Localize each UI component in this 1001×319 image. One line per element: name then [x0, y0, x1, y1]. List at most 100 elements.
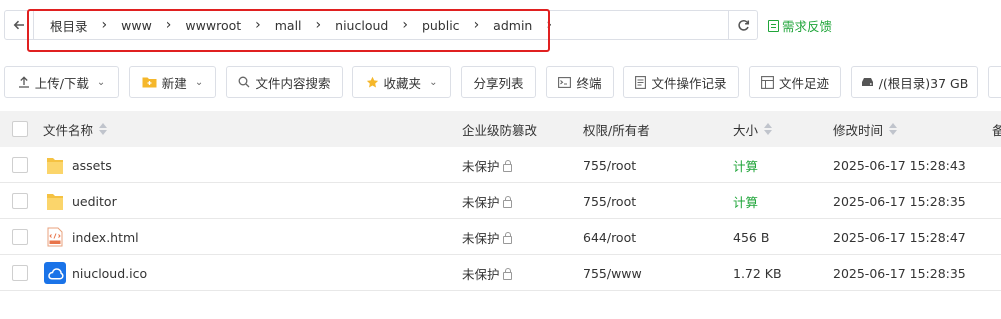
crumb-label: mall	[274, 17, 302, 33]
breadcrumb-niucloud[interactable]: niucloud ›	[329, 17, 416, 33]
breadcrumb: 根目录 › www › wwwroot › mall › niucloud › publi…	[34, 10, 730, 40]
file-name: niucloud.ico	[72, 265, 148, 281]
column-header-label: 修改时间	[833, 122, 884, 138]
search-icon	[238, 76, 250, 88]
row-checkbox[interactable]	[12, 229, 28, 245]
content-search-label: 文件内容搜索	[255, 75, 331, 91]
column-header-remark: 备	[992, 111, 1001, 147]
sort-icon	[764, 123, 773, 135]
chevron-right-icon: ›	[101, 17, 108, 33]
toolbar: 上传/下载 ⌄ 新建 ⌄ 文件内容搜索 收藏夹 ⌄ 分享列表 终端 文件操作记录…	[0, 66, 1001, 98]
crumb-label: public	[421, 17, 460, 33]
lock-icon	[502, 160, 512, 172]
size-value: 计算	[733, 158, 759, 174]
column-header-name[interactable]: 文件名称	[43, 111, 108, 147]
lock-icon	[502, 196, 512, 208]
chevron-right-icon: ›	[315, 17, 322, 33]
breadcrumb-root[interactable]: 根目录 ›	[44, 16, 115, 35]
mtime-text: 2025-06-17 15:28:47	[833, 229, 966, 245]
refresh-button[interactable]	[728, 10, 758, 40]
file-footprint-button[interactable]: 文件足迹	[749, 66, 841, 98]
file-name-link[interactable]: index.html	[72, 219, 139, 255]
breadcrumb-www[interactable]: www ›	[115, 17, 179, 33]
protect-label: 未保护	[462, 230, 500, 246]
arrow-left-icon	[13, 20, 24, 30]
file-name-link[interactable]: niucloud.ico	[72, 255, 147, 291]
terminal-button[interactable]: 终端	[546, 66, 614, 98]
permission-value: 755/root	[583, 157, 637, 173]
table-row[interactable]: niucloud.ico 未保护 755/www 1.72 KB 2025-06…	[0, 255, 1001, 291]
mtime-text: 2025-06-17 15:28:35	[833, 265, 966, 281]
new-label: 新建	[161, 75, 187, 91]
size-value: 456 B	[733, 219, 769, 255]
disk-selector-button[interactable]: /(根目录)37 GB	[851, 66, 978, 98]
column-header-mtime[interactable]: 修改时间	[833, 111, 898, 147]
column-header-label: 文件名称	[43, 122, 94, 138]
terminal-label: 终端	[576, 75, 602, 91]
breadcrumb-admin[interactable]: admin ›	[487, 17, 560, 33]
size-text: 456 B	[733, 229, 770, 245]
folder-icon	[46, 147, 64, 183]
protect-label: 未保护	[462, 266, 500, 282]
chevron-right-icon: ›	[165, 17, 172, 33]
size-calculate-link[interactable]: 计算	[733, 147, 758, 183]
disk-label: /(根目录)37 GB	[878, 75, 969, 91]
disk-icon	[861, 77, 874, 87]
select-all-checkbox[interactable]	[12, 121, 28, 137]
protect-status[interactable]: 未保护	[462, 147, 512, 183]
content-search-button[interactable]: 文件内容搜索	[226, 66, 343, 98]
crumb-label: www	[121, 17, 152, 33]
size-calculate-link[interactable]: 计算	[733, 183, 758, 219]
crumb-label: admin	[493, 17, 533, 33]
crumb-label: wwwroot	[185, 17, 242, 33]
file-name-link[interactable]: assets	[72, 147, 112, 183]
column-header-label: 企业级防篡改	[462, 122, 538, 138]
refresh-icon	[737, 19, 749, 31]
upload-download-button[interactable]: 上传/下载 ⌄	[4, 66, 119, 98]
protect-status[interactable]: 未保护	[462, 183, 512, 219]
protect-status[interactable]: 未保护	[462, 219, 512, 255]
mtime-value: 2025-06-17 15:28:43	[833, 147, 966, 183]
lock-icon	[502, 232, 512, 244]
chevron-down-icon: ⌄	[96, 76, 106, 88]
new-button[interactable]: 新建 ⌄	[129, 66, 216, 98]
file-name: index.html	[72, 229, 139, 245]
more-toolbar-button[interactable]	[988, 66, 1001, 98]
breadcrumb-public[interactable]: public ›	[416, 17, 487, 33]
size-value: 计算	[733, 194, 759, 210]
upload-download-label: 上传/下载	[34, 75, 89, 91]
chevron-down-icon: ⌄	[429, 76, 438, 88]
row-checkbox[interactable]	[12, 193, 28, 209]
mtime-value: 2025-06-17 15:28:47	[833, 219, 966, 255]
file-name: ueditor	[72, 193, 117, 209]
file-name-link[interactable]: ueditor	[72, 183, 117, 219]
share-list-button[interactable]: 分享列表	[461, 66, 536, 98]
breadcrumb-wwwroot[interactable]: wwwroot ›	[179, 17, 268, 33]
file-op-log-button[interactable]: 文件操作记录	[623, 66, 739, 98]
chevron-right-icon: ›	[255, 17, 261, 33]
sort-icon	[889, 123, 898, 135]
breadcrumb-mall[interactable]: mall ›	[269, 17, 329, 33]
table-row[interactable]: ueditor 未保护 755/root 计算 2025-06-17 15:28…	[0, 183, 1001, 219]
mtime-text: 2025-06-17 15:28:43	[833, 157, 966, 173]
column-header-size[interactable]: 大小	[733, 111, 773, 147]
log-icon	[635, 75, 647, 89]
file-footprint-label: 文件足迹	[778, 75, 829, 91]
star-icon	[366, 76, 379, 89]
chevron-down-icon: ⌄	[194, 76, 204, 88]
permission-link[interactable]: 755/root	[583, 183, 636, 219]
row-checkbox[interactable]	[12, 265, 28, 281]
column-header-label: 备	[992, 122, 1001, 138]
table-row[interactable]: index.html 未保护 644/root 456 B 2025-06-17…	[0, 219, 1001, 255]
permission-link[interactable]: 755/root	[583, 147, 636, 183]
row-checkbox[interactable]	[12, 157, 28, 173]
favorites-button[interactable]: 收藏夹 ⌄	[352, 66, 451, 98]
permission-link[interactable]: 755/www	[583, 255, 642, 291]
back-button[interactable]	[4, 10, 34, 40]
protect-status[interactable]: 未保护	[462, 255, 512, 291]
feedback-link[interactable]: 需求反馈	[768, 16, 832, 35]
file-name: assets	[72, 157, 112, 173]
table-row[interactable]: assets 未保护 755/root 计算 2025-06-17 15:28:…	[0, 147, 1001, 183]
permission-link[interactable]: 644/root	[583, 219, 636, 255]
column-header-label: 大小	[733, 122, 759, 138]
